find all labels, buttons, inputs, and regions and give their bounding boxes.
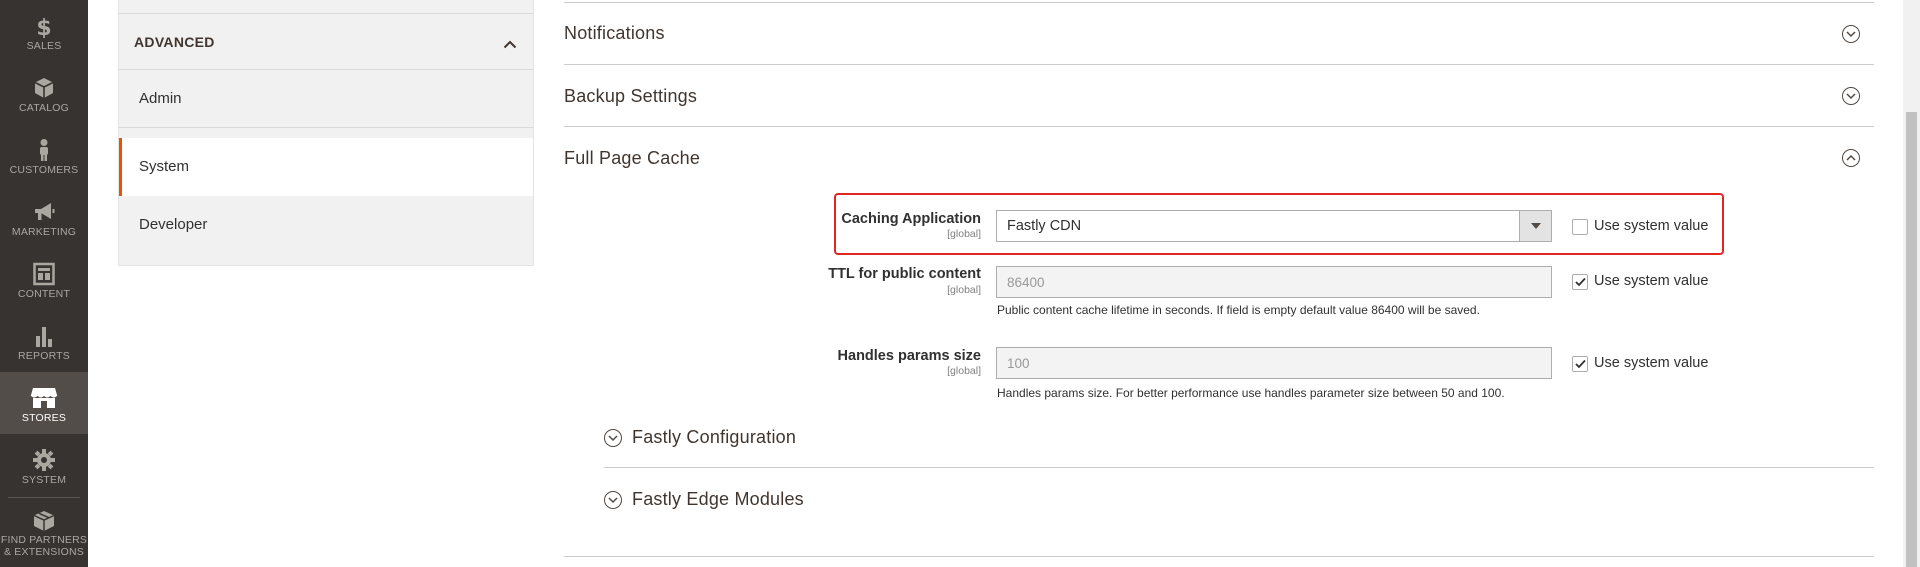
caching-application-select[interactable]: Fastly CDN [996,210,1552,242]
scope-label: [global] [947,228,981,240]
chevron-down-icon [1842,25,1860,43]
subsection-title: Fastly Configuration [632,427,797,447]
nav-label: STORES [21,412,67,424]
section-title: Notifications [564,23,665,43]
megaphone-icon [0,200,88,226]
nav-label: & EXTENSIONS [3,546,84,558]
dropdown-arrow-icon[interactable] [1519,211,1551,241]
use-system-value-checkbox[interactable] [1572,219,1588,235]
ttl-note: Public content cache lifetime in seconds… [997,303,1480,317]
tab-developer[interactable]: Developer [119,196,533,254]
nav-item-sales[interactable]: $ SALES [0,0,88,62]
tab-admin[interactable]: Admin [119,70,533,128]
scope-label: [global] [947,365,981,377]
input-value: 86400 [1007,275,1045,290]
section-title: Backup Settings [564,86,698,106]
use-system-value-label[interactable]: Use system value [1594,273,1708,289]
tab-label: Developer [139,216,208,233]
nav-label: CONTENT [17,288,71,300]
checkmark-icon [1575,277,1586,287]
nav-item-reports[interactable]: REPORTS [0,310,88,372]
box-icon [0,510,88,534]
layout-icon [0,262,88,288]
checkmark-icon [1575,359,1586,369]
use-system-value-checkbox[interactable] [1572,274,1588,290]
subsection-fastly-configuration[interactable]: Fastly Configuration [604,424,1874,468]
nav-label: REPORTS [18,350,70,362]
tab-group-advanced[interactable]: ADVANCED [119,14,533,70]
chevron-down-icon [604,491,622,509]
section-notifications[interactable]: Notifications [564,3,1874,65]
chevron-up-icon [503,36,517,54]
dollar-icon: $ [0,14,88,40]
nav-item-content[interactable]: CONTENT [0,248,88,310]
nav-label: SALES [26,40,62,52]
previous-tab-group [119,0,533,14]
scrollbar-thumb[interactable] [1906,112,1917,567]
nav-label: MARKETING [11,226,77,238]
select-value: Fastly CDN [1007,218,1082,234]
subsection-title: Fastly Edge Modules [632,489,804,509]
section-title[interactable]: Full Page Cache [564,148,700,169]
handles-params-label: Handles params size [837,348,981,364]
handles-params-note: Handles params size. For better performa… [997,386,1505,400]
nav-item-customers[interactable]: CUSTOMERS [0,124,88,186]
subsection-fastly-edge-modules[interactable]: Fastly Edge Modules [604,486,1874,526]
person-icon [0,138,88,164]
nav-label: FIND PARTNERS [0,534,88,546]
nav-item-system[interactable]: SYSTEM [0,434,88,496]
chevron-up-icon[interactable] [1842,149,1860,167]
handles-params-input[interactable]: 100 [996,347,1552,379]
nav-label: SYSTEM [21,474,67,486]
tab-label: System [139,158,190,175]
nav-item-marketing[interactable]: MARKETING [0,186,88,248]
cube-icon [0,76,88,102]
chevron-down-icon [604,429,622,447]
use-system-value-checkbox[interactable] [1572,356,1588,372]
tab-label: Admin [139,90,182,107]
nav-label: CUSTOMERS [9,164,79,176]
svg-text:$: $ [36,16,51,38]
nav-item-find-partners[interactable]: FIND PARTNERS & EXTENSIONS [0,498,88,567]
config-tabs: ADVANCED Admin System Developer [118,0,534,266]
ttl-input[interactable]: 86400 [996,266,1552,298]
scope-label: [global] [947,284,981,296]
use-system-value-label[interactable]: Use system value [1594,355,1708,371]
nav-item-catalog[interactable]: CATALOG [0,62,88,124]
admin-menu: $ SALES CATALOG CUSTOMERS MARKETING CONT… [0,0,88,567]
gear-icon [0,448,88,474]
storefront-icon [0,386,88,412]
bar-chart-icon [0,324,88,350]
section-backup-settings[interactable]: Backup Settings [564,65,1874,127]
ttl-label: TTL for public content [828,266,981,282]
use-system-value-label[interactable]: Use system value [1594,218,1708,234]
nav-label: CATALOG [18,102,70,114]
chevron-down-icon [1842,87,1860,105]
input-value: 100 [1007,356,1030,371]
tab-group-title: ADVANCED [134,34,215,50]
nav-item-stores[interactable]: STORES [0,372,88,434]
tab-system[interactable]: System [119,138,533,196]
caching-application-label: Caching Application [841,211,981,227]
